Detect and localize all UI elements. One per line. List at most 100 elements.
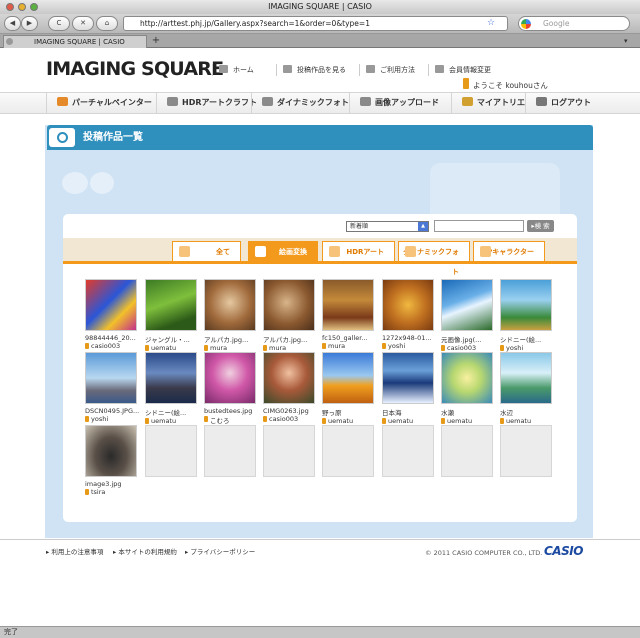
filter-tab-1[interactable]: 絵画変換 bbox=[248, 241, 318, 261]
thumbnail[interactable] bbox=[263, 352, 315, 404]
forward-button[interactable]: ▶ bbox=[21, 16, 38, 31]
item-user[interactable]: yoshi bbox=[500, 344, 558, 352]
select-arrow-icon[interactable]: ▲ bbox=[418, 222, 428, 231]
thumbnail[interactable] bbox=[441, 279, 493, 331]
thumbnail[interactable] bbox=[85, 279, 137, 331]
gallery-item[interactable]: シドニー(絵... yoshi bbox=[500, 279, 558, 352]
stop-button[interactable]: ✕ bbox=[72, 16, 94, 31]
menu-item-1[interactable]: HDRアートクラフト bbox=[156, 93, 257, 113]
item-title[interactable]: DSCN0495.JPG... bbox=[85, 407, 145, 415]
topnav-item-2[interactable]: ご利用方法 bbox=[359, 64, 415, 76]
gallery-item[interactable]: fc150_galler... mura bbox=[322, 279, 380, 350]
thumbnail[interactable] bbox=[85, 352, 137, 404]
filter-tab-2[interactable]: HDRアート bbox=[322, 241, 395, 261]
gallery-item[interactable]: 水辺 uematu bbox=[500, 352, 560, 425]
thumbnail[interactable] bbox=[441, 352, 493, 404]
close-window-button[interactable] bbox=[6, 3, 14, 11]
menu-item-5[interactable]: ログアウト bbox=[525, 93, 591, 113]
filter-tab-0[interactable]: 全て bbox=[172, 241, 241, 261]
gallery-search-button[interactable]: ▸検 索 bbox=[527, 220, 554, 232]
back-button[interactable]: ◀ bbox=[4, 16, 21, 31]
thumbnail[interactable] bbox=[500, 279, 552, 331]
thumbnail[interactable] bbox=[263, 279, 315, 331]
thumbnail[interactable] bbox=[145, 279, 197, 331]
gallery-search-input[interactable] bbox=[434, 220, 524, 232]
menu-item-4[interactable]: マイアトリエ bbox=[451, 93, 525, 113]
gallery-item[interactable]: アルパカ.jpg... mura bbox=[204, 279, 264, 352]
gallery-item[interactable]: アルパカ.jpg... mura bbox=[263, 279, 323, 352]
item-title[interactable]: 水辺 bbox=[500, 407, 560, 417]
item-user[interactable]: yoshi bbox=[85, 415, 143, 423]
item-title[interactable]: 水瀬 bbox=[441, 407, 501, 417]
item-user[interactable]: mura bbox=[263, 344, 321, 352]
zoom-window-button[interactable] bbox=[30, 3, 38, 11]
thumbnail[interactable] bbox=[322, 352, 374, 404]
bookmark-star-icon[interactable]: ☆ bbox=[487, 18, 495, 28]
item-user[interactable]: uematu bbox=[145, 417, 203, 425]
topnav-item-0[interactable]: ホーム bbox=[212, 64, 254, 76]
search-field[interactable]: Google bbox=[518, 16, 630, 31]
filter-tab-3[interactable]: ダイナミックフォト bbox=[398, 241, 470, 276]
minimize-window-button[interactable] bbox=[18, 3, 26, 11]
reload-button[interactable]: C bbox=[48, 16, 70, 31]
item-user[interactable]: uematu bbox=[145, 344, 203, 352]
menu-item-0[interactable]: パーチャルペインター bbox=[46, 93, 152, 113]
thumbnail[interactable] bbox=[382, 352, 434, 404]
item-title[interactable]: 98844446_20... bbox=[85, 334, 145, 342]
sort-select[interactable]: 新着順 bbox=[346, 221, 429, 232]
gallery-item[interactable]: 水瀬 uematu bbox=[441, 352, 501, 425]
item-title[interactable]: 日本海 bbox=[382, 407, 442, 417]
gallery-item[interactable]: ジャングル・... uematu bbox=[145, 279, 205, 352]
item-user[interactable]: mura bbox=[204, 344, 262, 352]
item-user[interactable]: こむろ bbox=[204, 415, 262, 425]
footer-link-1[interactable]: ▸ 本サイトの利用規約 bbox=[113, 546, 177, 556]
item-title[interactable]: シドニー(絵... bbox=[145, 407, 205, 417]
home-button[interactable]: ⌂ bbox=[96, 16, 118, 31]
topnav-item-1[interactable]: 投稿作品を見る bbox=[276, 64, 346, 76]
footer-link-2[interactable]: ▸ プライバシーポリシー bbox=[185, 546, 255, 556]
item-user[interactable]: casio003 bbox=[441, 344, 499, 352]
item-user[interactable]: mura bbox=[322, 342, 380, 350]
thumbnail[interactable] bbox=[204, 352, 256, 404]
item-title[interactable]: アルパカ.jpg... bbox=[263, 334, 323, 344]
address-bar[interactable]: http://arttest.phj.jp/Gallery.aspx?searc… bbox=[123, 16, 508, 31]
thumbnail[interactable] bbox=[204, 279, 256, 331]
item-user[interactable]: uematu bbox=[500, 417, 558, 425]
browser-tab[interactable]: IMAGING SQUARE | CASIO bbox=[3, 35, 147, 48]
gallery-item[interactable]: bustedtees.jpg こむろ bbox=[204, 352, 264, 425]
item-title[interactable]: 1272x948-01... bbox=[382, 334, 442, 342]
tab-overflow-icon[interactable]: ▾ bbox=[624, 37, 628, 45]
gallery-item[interactable]: 元画像.jpg(... casio003 bbox=[441, 279, 501, 352]
footer-link-0[interactable]: ▸ 利用上の注意事項 bbox=[46, 546, 103, 556]
gallery-item[interactable]: image3.jpg tsira bbox=[85, 425, 145, 496]
gallery-item[interactable]: 98844446_20... casio003 bbox=[85, 279, 145, 350]
gallery-item[interactable]: CIMG0263.jpg casio003 bbox=[263, 352, 323, 423]
gallery-item[interactable]: 日本海 uematu bbox=[382, 352, 442, 425]
gallery-item[interactable]: シドニー(絵... uematu bbox=[145, 352, 205, 425]
item-title[interactable]: image3.jpg bbox=[85, 480, 145, 488]
thumbnail[interactable] bbox=[322, 279, 374, 331]
gallery-item[interactable]: 野っ原 uematu bbox=[322, 352, 382, 425]
item-title[interactable]: bustedtees.jpg bbox=[204, 407, 264, 415]
menu-item-3[interactable]: 画像アップロード bbox=[349, 93, 439, 113]
item-user[interactable]: casio003 bbox=[263, 415, 321, 423]
item-user[interactable]: yoshi bbox=[382, 342, 440, 350]
item-title[interactable]: 野っ原 bbox=[322, 407, 382, 417]
gallery-item[interactable]: 1272x948-01... yoshi bbox=[382, 279, 442, 350]
item-user[interactable]: uematu bbox=[441, 417, 499, 425]
thumbnail[interactable] bbox=[145, 352, 197, 404]
filter-tab-4[interactable]: DPキャラクター bbox=[473, 241, 545, 261]
item-title[interactable]: CIMG0263.jpg bbox=[263, 407, 323, 415]
item-user[interactable]: uematu bbox=[382, 417, 440, 425]
item-user[interactable]: casio003 bbox=[85, 342, 143, 350]
thumbnail[interactable] bbox=[382, 279, 434, 331]
menu-item-2[interactable]: ダイナミックフォト bbox=[251, 93, 349, 113]
tab-close-icon[interactable] bbox=[6, 38, 13, 45]
topnav-item-3[interactable]: 会員情報変更 bbox=[428, 64, 491, 76]
item-title[interactable]: ジャングル・... bbox=[145, 334, 205, 344]
thumbnail[interactable] bbox=[500, 352, 552, 404]
gallery-item[interactable]: DSCN0495.JPG... yoshi bbox=[85, 352, 145, 423]
item-title[interactable]: 元画像.jpg(... bbox=[441, 334, 501, 344]
item-title[interactable]: アルパカ.jpg... bbox=[204, 334, 264, 344]
item-user[interactable]: tsira bbox=[85, 488, 143, 496]
